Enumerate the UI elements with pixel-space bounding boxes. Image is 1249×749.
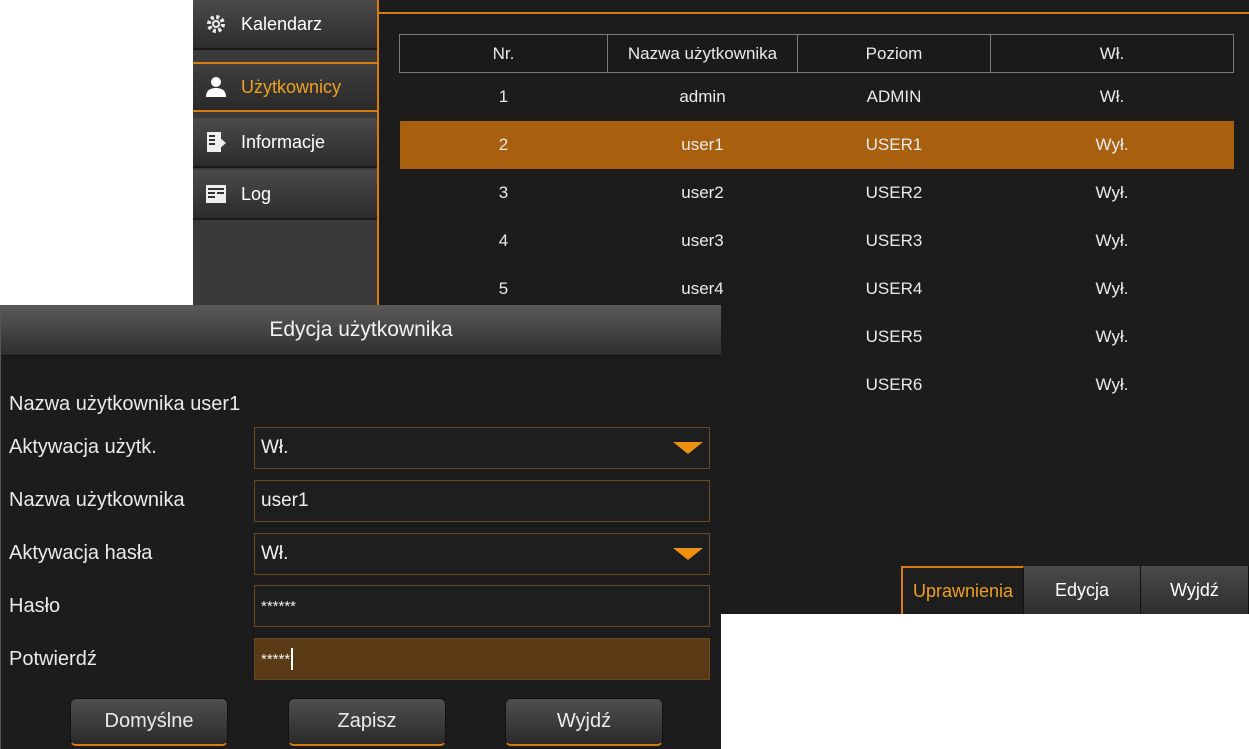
user-activation-label: Aktywacja użytk. bbox=[9, 436, 157, 458]
cell-username: admin bbox=[679, 87, 726, 106]
tab-edit[interactable]: Edycja bbox=[1024, 566, 1141, 614]
sidebar-item-info[interactable]: Informacje bbox=[193, 118, 377, 168]
cell-level: USER5 bbox=[865, 327, 923, 346]
table-row-selected[interactable]: 2 user1 USER1 Wył. bbox=[399, 121, 1234, 169]
sidebar-item-label: Log bbox=[241, 183, 272, 204]
column-header-level: Poziom bbox=[797, 34, 991, 73]
username-input[interactable]: user1 bbox=[254, 480, 710, 522]
gear-icon bbox=[205, 13, 227, 35]
sidebar-item-users[interactable]: Użytkownicy bbox=[193, 62, 377, 112]
confirm-password-value: ***** bbox=[261, 650, 291, 668]
user-activation-select[interactable]: Wł. bbox=[254, 427, 710, 469]
cell-username: user3 bbox=[681, 231, 724, 250]
sidebar-item-calendar[interactable]: Kalendarz bbox=[193, 0, 377, 50]
cell-level: USER4 bbox=[865, 279, 923, 298]
confirm-password-input[interactable]: ***** bbox=[254, 638, 710, 680]
cell-enabled: Wył. bbox=[990, 121, 1234, 169]
info-icon bbox=[205, 131, 227, 153]
confirm-password-label: Potwierdź bbox=[9, 648, 97, 670]
sidebar-item-label: Informacje bbox=[241, 131, 326, 152]
cell-enabled: Wł. bbox=[1099, 87, 1125, 106]
edit-user-dialog: Edycja użytkownika Nazwa użytkownika use… bbox=[0, 305, 721, 749]
sidebar-item-log[interactable]: Log bbox=[193, 170, 377, 220]
cell-enabled: Wył. bbox=[1095, 327, 1129, 346]
user-icon bbox=[205, 76, 227, 98]
sidebar-item-label: Kalendarz bbox=[241, 13, 323, 34]
text-caret bbox=[291, 648, 294, 670]
cell-nr: 2 bbox=[399, 121, 608, 169]
save-button[interactable]: Zapisz bbox=[288, 698, 446, 746]
cell-nr: 3 bbox=[498, 183, 509, 202]
default-button[interactable]: Domyślne bbox=[70, 698, 228, 746]
chevron-down-icon[interactable] bbox=[673, 442, 703, 454]
exit-button[interactable]: Wyjdź bbox=[505, 698, 663, 746]
cell-nr: 1 bbox=[498, 87, 509, 106]
cell-enabled: Wył. bbox=[1095, 375, 1129, 394]
username-display-value: user1 bbox=[190, 393, 241, 415]
cell-enabled: Wył. bbox=[1095, 279, 1129, 298]
table-header-row: Nr. Nazwa użytkownika Poziom Wł. bbox=[399, 34, 1234, 73]
table-row[interactable]: 4 user3 USER3 Wył. bbox=[400, 217, 1234, 265]
password-input[interactable]: ****** bbox=[254, 585, 710, 627]
password-activation-label: Aktywacja hasła bbox=[9, 542, 153, 564]
username-display-label: Nazwa użytkownika bbox=[9, 393, 185, 415]
table-row[interactable]: 1 admin ADMIN Wł. bbox=[400, 73, 1234, 122]
password-activation-value: Wł. bbox=[261, 543, 289, 564]
tab-permissions[interactable]: Uprawnienia bbox=[901, 566, 1024, 614]
column-header-nr: Nr. bbox=[399, 34, 608, 73]
cell-enabled: Wył. bbox=[1095, 183, 1129, 202]
log-icon bbox=[205, 183, 227, 205]
username-input-value: user1 bbox=[261, 490, 309, 511]
cell-username: user2 bbox=[681, 183, 724, 202]
user-activation-value: Wł. bbox=[261, 437, 289, 458]
cell-enabled: Wył. bbox=[1095, 231, 1129, 250]
cell-level: USER3 bbox=[865, 231, 923, 250]
sidebar-item-label: Użytkownicy bbox=[241, 76, 342, 97]
cell-level: USER2 bbox=[865, 183, 923, 202]
cell-level: USER6 bbox=[865, 375, 923, 394]
action-tab-bar: Uprawnienia Edycja Wyjdź bbox=[901, 566, 1249, 614]
tab-exit[interactable]: Wyjdź bbox=[1141, 566, 1249, 614]
username-display: Nazwa użytkownika user1 bbox=[9, 393, 240, 416]
table-row[interactable]: 3 user2 USER2 Wył. bbox=[400, 169, 1234, 217]
content-divider bbox=[379, 12, 1249, 14]
cell-nr: 4 bbox=[498, 231, 509, 250]
password-activation-select[interactable]: Wł. bbox=[254, 533, 710, 575]
password-label: Hasło bbox=[9, 595, 61, 617]
dialog-title: Edycja użytkownika bbox=[1, 305, 721, 356]
username-field-label: Nazwa użytkownika bbox=[9, 489, 185, 511]
column-header-username: Nazwa użytkownika bbox=[607, 34, 798, 73]
column-header-enabled: Wł. bbox=[990, 34, 1234, 73]
password-input-value: ****** bbox=[261, 597, 297, 615]
cell-level: USER1 bbox=[797, 121, 991, 169]
cell-level: ADMIN bbox=[866, 87, 922, 106]
cell-username: user1 bbox=[607, 121, 798, 169]
chevron-down-icon[interactable] bbox=[673, 548, 703, 560]
